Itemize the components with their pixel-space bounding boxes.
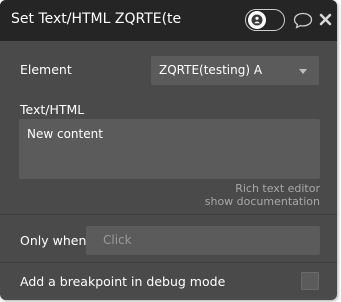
section-divider <box>0 214 337 215</box>
element-select-value: ZQRTE(testing) A <box>159 63 263 77</box>
breakpoint-checkbox[interactable] <box>301 272 319 290</box>
text-html-value: New content <box>27 127 103 141</box>
only-when-condition-field[interactable]: Click <box>86 226 320 255</box>
section-divider <box>0 262 337 263</box>
comment-icon[interactable] <box>293 12 313 29</box>
only-when-label: Only when <box>20 233 87 248</box>
toggle-knob <box>248 11 266 29</box>
element-select[interactable]: ZQRTE(testing) A <box>151 56 319 85</box>
action-enable-toggle[interactable] <box>245 9 285 31</box>
action-properties-panel: Set Text/HTML ZQRTE(te Element ZQRTE(tes… <box>0 0 337 300</box>
panel-header: Set Text/HTML ZQRTE(te <box>0 0 337 41</box>
element-label: Element <box>20 62 72 77</box>
text-html-field[interactable]: New content <box>19 119 320 179</box>
text-html-label: Text/HTML <box>20 102 85 117</box>
panel-title: Set Text/HTML ZQRTE(te <box>11 11 182 27</box>
user-icon <box>251 14 263 26</box>
chevron-down-icon <box>299 69 307 74</box>
close-icon[interactable] <box>319 13 332 26</box>
only-when-placeholder: Click <box>103 233 132 247</box>
show-documentation-link[interactable]: show documentation <box>205 195 320 208</box>
breakpoint-label: Add a breakpoint in debug mode <box>20 274 226 289</box>
rich-text-editor-hint: Rich text editor <box>235 182 320 195</box>
